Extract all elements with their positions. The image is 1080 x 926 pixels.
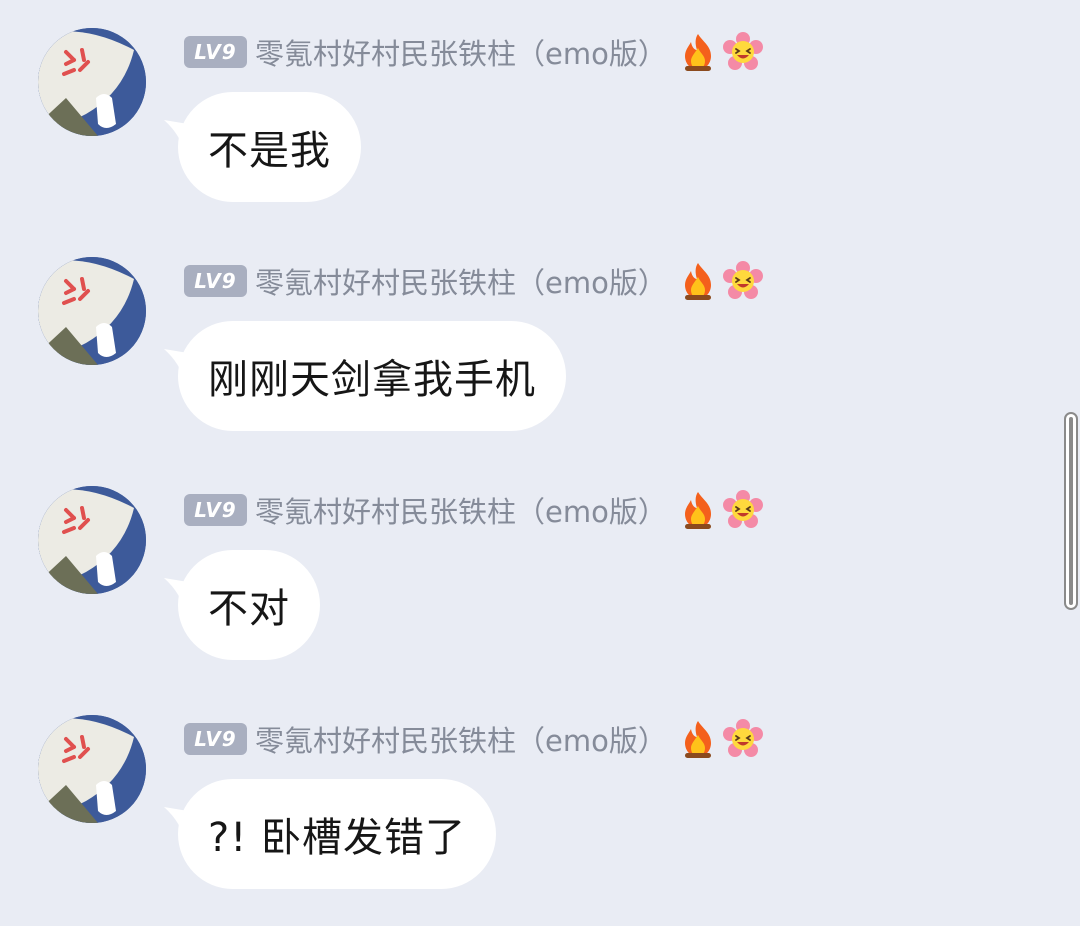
username[interactable]: 零氪村好村民张铁柱（emo版）	[255, 260, 667, 302]
scrollbar[interactable]	[1064, 412, 1078, 610]
flame-icon	[681, 490, 715, 530]
level-badge: LV9	[184, 494, 247, 526]
chat-message: LV9 零氪村好村民张铁柱（emo版）	[0, 486, 1000, 686]
chat-message-list[interactable]: LV9 零氪村好村民张铁柱（emo版） 不是我 LV9 零氪村好村民张铁柱（em…	[0, 0, 1060, 926]
message-bubble[interactable]: 不对	[178, 550, 320, 660]
message-bubble[interactable]: ?! 卧槽发错了	[178, 779, 496, 889]
message-text: ?! 卧槽发错了	[208, 815, 466, 861]
avatar[interactable]	[38, 257, 146, 365]
smiling-flower-icon	[722, 490, 763, 530]
message-header: LV9 零氪村好村民张铁柱（emo版）	[184, 261, 763, 301]
message-text: 不是我	[208, 128, 331, 174]
level-badge: LV9	[184, 265, 247, 297]
smiling-flower-icon	[722, 719, 763, 759]
message-header: LV9 零氪村好村民张铁柱（emo版）	[184, 32, 763, 72]
avatar[interactable]	[38, 486, 146, 594]
level-badge: LV9	[184, 723, 247, 755]
flame-icon	[681, 719, 715, 759]
message-text: 刚刚天剑拿我手机	[208, 357, 536, 403]
avatar[interactable]	[38, 28, 146, 136]
flame-icon	[681, 261, 715, 301]
message-header: LV9 零氪村好村民张铁柱（emo版）	[184, 719, 763, 759]
message-text: 不对	[208, 586, 290, 632]
smiling-flower-icon	[722, 261, 763, 301]
chat-message: LV9 零氪村好村民张铁柱（emo版）	[0, 257, 1000, 457]
level-badge: LV9	[184, 36, 247, 68]
flame-icon	[681, 32, 715, 72]
chat-message: LV9 零氪村好村民张铁柱（emo版）	[0, 715, 1000, 915]
message-header: LV9 零氪村好村民张铁柱（emo版）	[184, 490, 763, 530]
username[interactable]: 零氪村好村民张铁柱（emo版）	[255, 31, 667, 73]
smiling-flower-icon	[722, 32, 763, 72]
message-bubble[interactable]: 不是我	[178, 92, 361, 202]
chat-message: LV9 零氪村好村民张铁柱（emo版）	[0, 28, 1000, 228]
username[interactable]: 零氪村好村民张铁柱（emo版）	[255, 718, 667, 760]
message-bubble[interactable]: 刚刚天剑拿我手机	[178, 321, 566, 431]
username[interactable]: 零氪村好村民张铁柱（emo版）	[255, 489, 667, 531]
scrollbar-thumb[interactable]	[1069, 417, 1073, 605]
avatar[interactable]	[38, 715, 146, 823]
